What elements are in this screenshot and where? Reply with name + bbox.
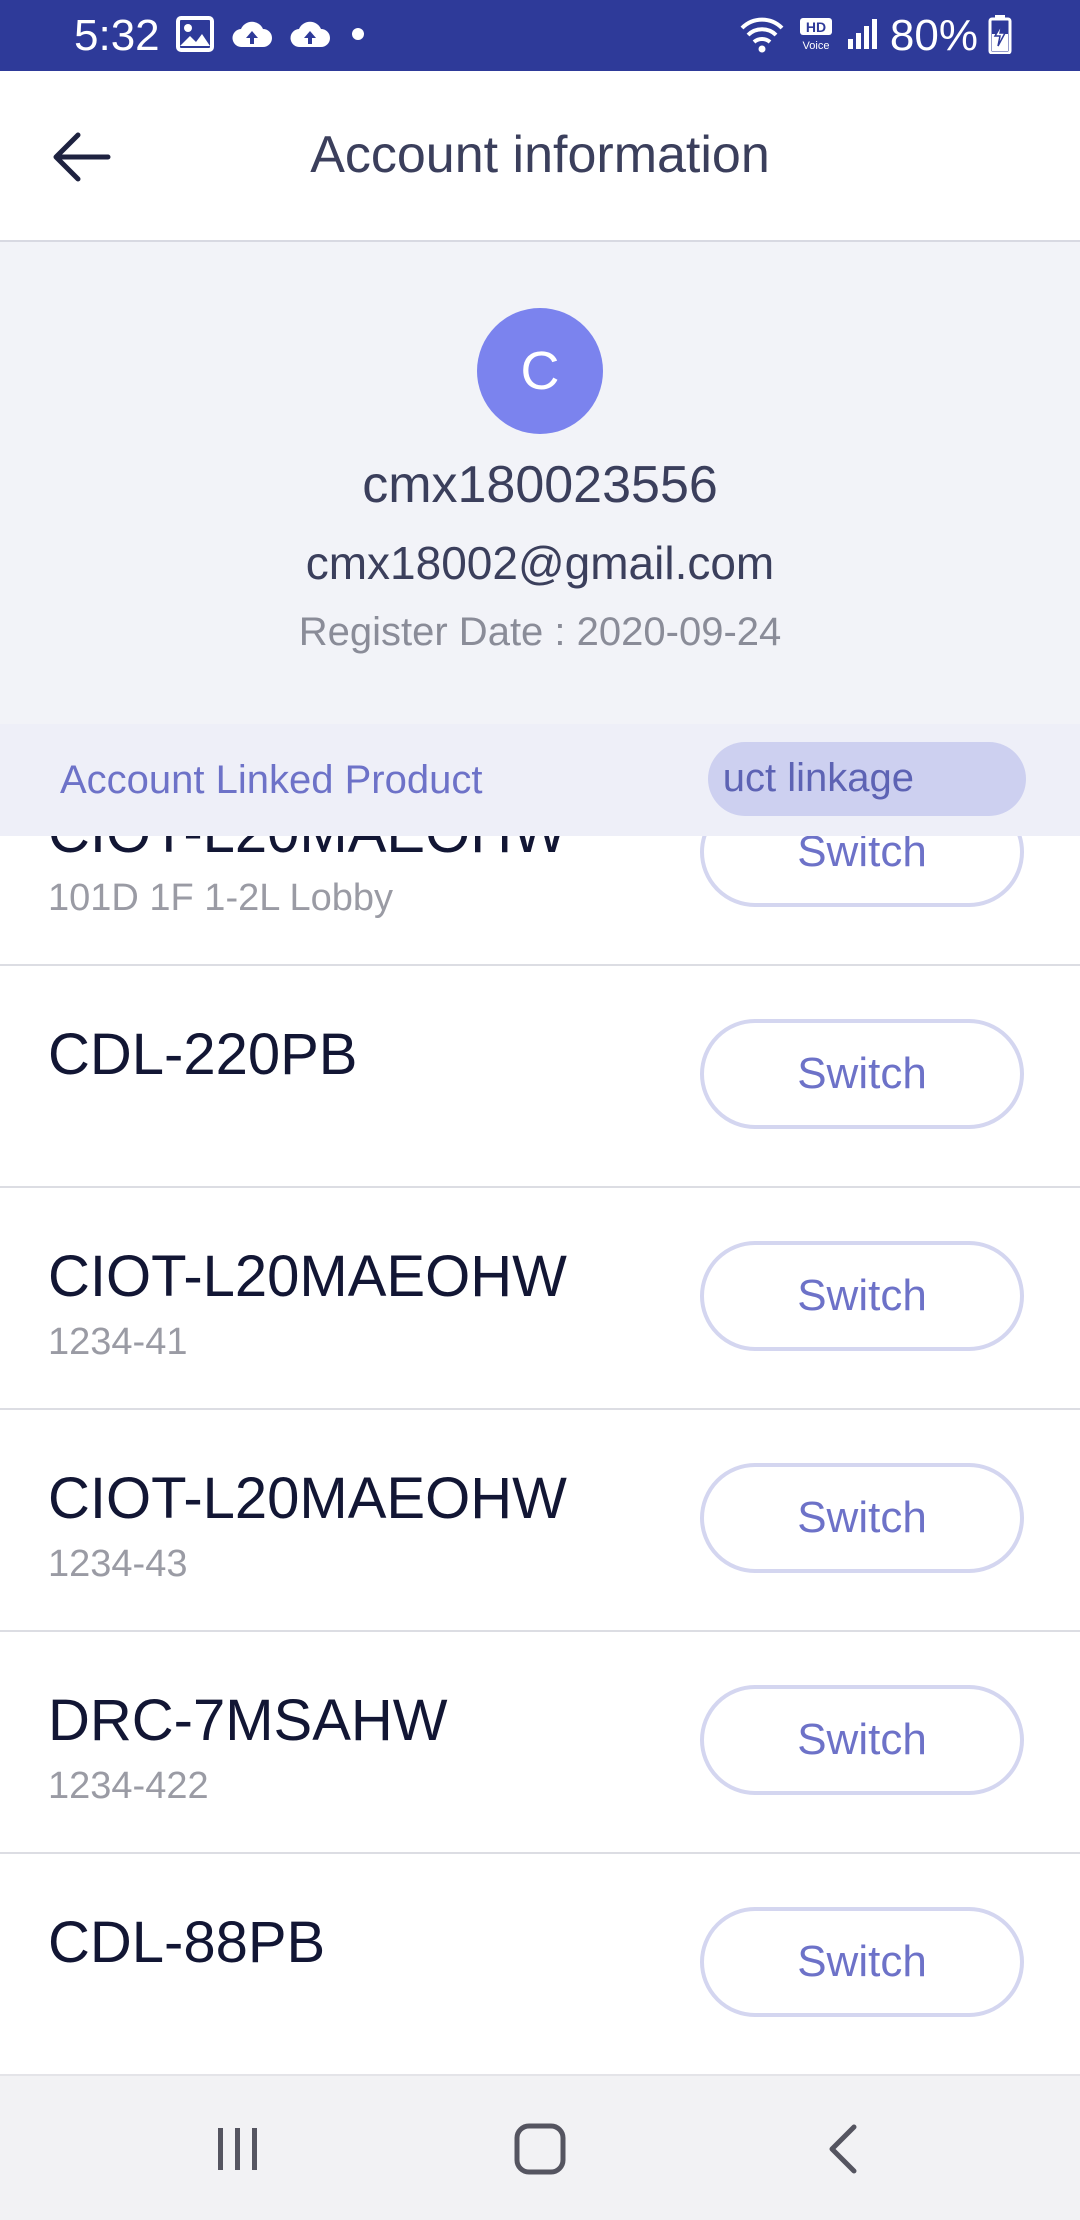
switch-button[interactable]: Switch bbox=[700, 1463, 1024, 1573]
recent-apps-icon bbox=[218, 2128, 257, 2170]
product-location: 1234-422 bbox=[48, 1765, 209, 1807]
section-title: Account Linked Product bbox=[60, 758, 483, 802]
system-nav-bar bbox=[0, 2074, 1080, 2220]
switch-button[interactable]: Switch bbox=[700, 1241, 1024, 1351]
switch-button[interactable]: Switch bbox=[700, 1019, 1024, 1129]
status-time: 5:32 bbox=[74, 11, 160, 60]
home-button[interactable] bbox=[490, 2106, 590, 2192]
product-linkage-label: uct linkage bbox=[722, 756, 914, 800]
product-location: 1234-41 bbox=[48, 1321, 188, 1363]
battery-percentage: 80% bbox=[889, 11, 978, 60]
product-name: CIOT-L20MAEOHW bbox=[48, 1466, 567, 1531]
profile-section: C cmx180023556 cmx18002@gmail.com Regist… bbox=[0, 242, 1080, 724]
linked-product-header: Account Linked Product uct linkage bbox=[0, 724, 1080, 836]
product-name: CIOT-L20MAEOHW bbox=[48, 836, 567, 868]
product-list[interactable]: CIOT-L20MAEOHW 101D 1F 1-2L Lobby Switch… bbox=[0, 836, 1080, 2074]
product-name: CDL-88PB bbox=[48, 1910, 326, 1975]
switch-button[interactable]: Switch bbox=[700, 1685, 1024, 1795]
product-location: 101D 1F 1-2L Lobby bbox=[48, 877, 394, 919]
hd-voice-icon: HD Voice bbox=[796, 16, 836, 57]
username: cmx180023556 bbox=[362, 456, 718, 514]
switch-button[interactable]: Switch bbox=[700, 836, 1024, 907]
system-icons: HD Voice 80% bbox=[738, 11, 1012, 60]
product-name: CIOT-L20MAEOHW bbox=[48, 1244, 567, 1309]
wifi-icon bbox=[738, 14, 786, 59]
product-name: DRC-7MSAHW bbox=[48, 1688, 448, 1753]
back-icon bbox=[829, 2124, 857, 2174]
dot-icon bbox=[348, 24, 368, 49]
image-icon bbox=[176, 15, 214, 57]
cloud-upload-icon bbox=[232, 19, 272, 54]
battery-charging-icon bbox=[988, 14, 1012, 59]
list-item: CDL-220PB Switch bbox=[0, 966, 1080, 1188]
notification-icons bbox=[176, 15, 368, 57]
list-item: DRC-7MSAHW 1234-422 Switch bbox=[0, 1632, 1080, 1854]
nav-back-button[interactable] bbox=[792, 2106, 892, 2192]
home-icon bbox=[514, 2123, 566, 2175]
svg-text:HD: HD bbox=[806, 19, 826, 35]
status-bar: 5:32 HD Voice 80% bbox=[0, 0, 1080, 71]
list-item: CIOT-L20MAEOHW 1234-43 Switch bbox=[0, 1410, 1080, 1632]
product-name: CDL-220PB bbox=[48, 1022, 358, 1087]
recent-apps-button[interactable] bbox=[188, 2106, 288, 2192]
product-location: 1234-43 bbox=[48, 1543, 188, 1585]
register-date: Register Date : 2020-09-24 bbox=[298, 610, 782, 654]
svg-text:Voice: Voice bbox=[802, 40, 829, 52]
email: cmx18002@gmail.com bbox=[305, 537, 775, 589]
signal-icon bbox=[846, 17, 880, 56]
app-header: Account information bbox=[0, 71, 1080, 242]
switch-button[interactable]: Switch bbox=[700, 1907, 1024, 2017]
avatar: C bbox=[477, 308, 603, 434]
list-item: CIOT-L20MAEOHW 1234-41 Switch bbox=[0, 1188, 1080, 1410]
list-item: CDL-88PB Switch bbox=[0, 1854, 1080, 2074]
list-item: CIOT-L20MAEOHW 101D 1F 1-2L Lobby Switch bbox=[0, 836, 1080, 966]
cloud-upload-icon bbox=[290, 19, 330, 54]
page-title: Account information bbox=[310, 126, 770, 184]
product-linkage-button[interactable]: uct linkage bbox=[708, 742, 1026, 816]
